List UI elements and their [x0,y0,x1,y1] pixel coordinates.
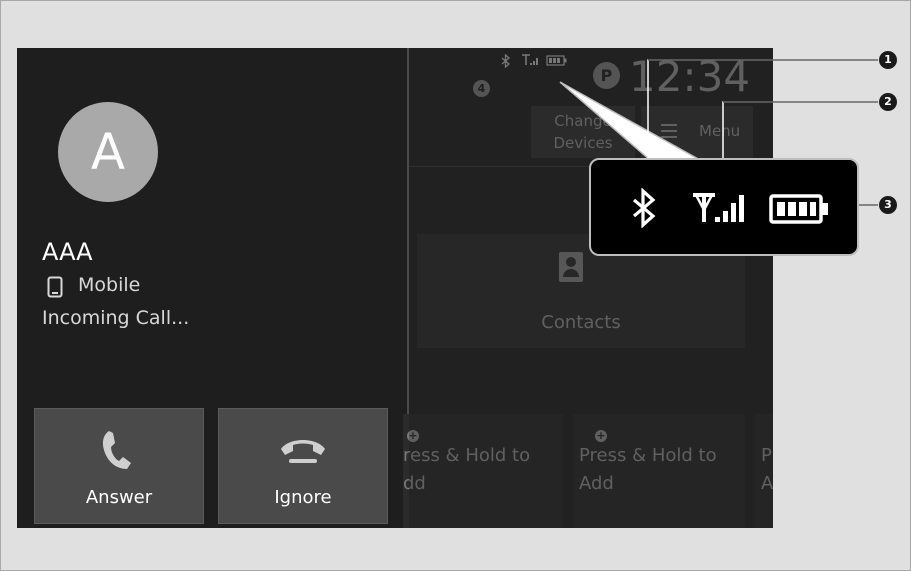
ignore-button[interactable]: Ignore [218,408,388,524]
hang-up-icon [281,440,325,463]
caller-avatar: A [58,102,158,202]
signal-strength-icon [693,193,744,222]
phone-screen: A AAA Mobile Incoming Call... Answer Ign… [17,48,773,528]
marker-3: 3 [879,196,897,214]
battery-icon [769,194,828,224]
dim-overlay [409,48,773,528]
marker-2: 2 [879,93,897,111]
caller-name: AAA [42,238,93,266]
answer-label: Answer [85,487,153,508]
answer-phone-icon [102,431,131,469]
marker-1: 1 [879,51,897,69]
ignore-label: Ignore [274,487,332,508]
status-icons-callout [589,158,859,256]
bluetooth-icon [632,188,656,228]
incoming-call-panel: A AAA Mobile Incoming Call... Answer Ign… [17,48,407,528]
answer-button[interactable]: Answer [34,408,204,524]
mobile-phone-icon [47,276,63,298]
call-status: Incoming Call... [42,307,190,329]
caller-phone-type: Mobile [78,274,141,296]
